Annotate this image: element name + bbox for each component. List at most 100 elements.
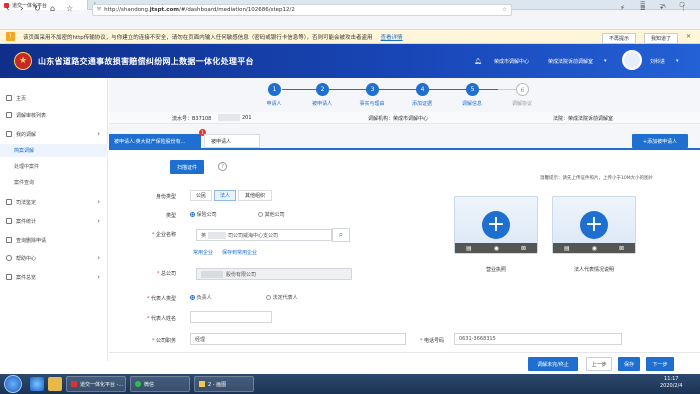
extensions-icon[interactable]: ⚡: [620, 4, 625, 12]
delete-icon[interactable]: ⊠: [619, 245, 624, 252]
sidebar-item-help[interactable]: 帮助中心 ›: [0, 250, 108, 266]
gallery-icon[interactable]: ▤: [466, 245, 472, 252]
sidebar-item-home[interactable]: 主页: [0, 90, 108, 106]
got-it-button[interactable]: 我知道了: [644, 33, 679, 44]
system-clock[interactable]: 11:17 2020/2/4: [660, 376, 682, 390]
star-icon[interactable]: ☆: [502, 7, 507, 13]
step-4[interactable]: 4: [416, 83, 429, 96]
url-domain: jtspt.com: [149, 7, 179, 13]
sidebar-item-overview[interactable]: 案件总览 ›: [0, 269, 108, 285]
identity-option-other-org[interactable]: 其他组织: [238, 190, 272, 201]
header-court[interactable]: 荣成法院诉前调解室: [548, 58, 593, 65]
save-common-company-link[interactable]: 保存到常用企业: [222, 249, 257, 256]
refresh-icon[interactable]: ↻: [34, 4, 41, 13]
security-details-link[interactable]: 查看详情: [381, 33, 403, 41]
position-label: * 公司职务: [151, 338, 176, 344]
phone-input[interactable]: 0631-3668315: [454, 333, 622, 345]
next-step-button[interactable]: 下一步: [646, 357, 674, 371]
upload-legal-rep-caption: 法人代表情况说明: [573, 267, 615, 273]
sidebar-item-delete-requests[interactable]: 查询删除申请: [0, 232, 108, 248]
sidebar-item-label: 调解审核列表: [16, 112, 47, 119]
redacted-block: [208, 231, 227, 239]
undo-icon[interactable]: ↶: [660, 4, 666, 12]
camera-icon[interactable]: ◉: [592, 245, 597, 252]
menu-icon[interactable]: ≡: [640, 4, 646, 12]
camera-icon[interactable]: ◉: [494, 245, 499, 252]
url-prefix: http://shandong.: [104, 7, 150, 13]
step-2[interactable]: 2: [316, 83, 329, 96]
upload-business-license[interactable]: + ▤ ◉ ⊠: [454, 196, 538, 254]
close-bar-icon[interactable]: ✕: [686, 33, 691, 40]
sidebar-item-my-mediation[interactable]: 我的调解 ›: [0, 126, 108, 142]
sidebar-item-label: 案件统计: [16, 218, 37, 225]
identity-option-citizen[interactable]: 公民: [190, 190, 212, 201]
sidebar-item-simple-mediation[interactable]: 简案调解: [0, 144, 108, 157]
prev-step-button[interactable]: 上一步: [586, 357, 612, 371]
step-6[interactable]: 6: [516, 83, 529, 96]
sidebar-item-stats[interactable]: 案件统计 ›: [0, 213, 108, 229]
position-input[interactable]: 经理: [190, 333, 406, 345]
rep-name-input[interactable]: [190, 311, 272, 323]
rep-type-option-legal[interactable]: 法定代表人: [266, 294, 298, 301]
sidebar-item-processing[interactable]: 处理中案件: [0, 160, 108, 173]
chevron-right-icon: ›: [97, 217, 100, 225]
bookmark-star-icon[interactable]: ☆: [66, 4, 73, 13]
dropdown-icon[interactable]: ▾: [604, 58, 607, 64]
clock-date: 2020/2/4: [660, 383, 683, 389]
url-field[interactable]: ⛨ http://shandong. jtspt.com/#/dashboard/…: [92, 4, 512, 16]
taskbar-window-browser[interactable]: 道交一体化平台 -...: [66, 376, 126, 392]
step-3-label: 事实与理由: [359, 101, 385, 107]
identity-option-legal-person[interactable]: 法人: [214, 190, 236, 201]
bell-icon[interactable]: 🔔︎: [474, 58, 482, 65]
scan-id-button[interactable]: 扫描证件: [170, 160, 204, 174]
folder-icon: [6, 131, 12, 137]
start-button[interactable]: [4, 375, 22, 393]
warning-icon: !: [6, 32, 15, 41]
user-menu-icon[interactable]: ▾: [676, 58, 679, 64]
phone-label-text: 电话号码: [423, 338, 444, 344]
sidebar-item-review[interactable]: 调解审核列表: [0, 107, 108, 123]
court-info: 法院：荣成法院诉前调解室: [553, 116, 614, 122]
forward-icon[interactable]: ›: [20, 4, 24, 14]
gallery-icon[interactable]: ▤: [564, 245, 570, 252]
upload-legal-rep-statement[interactable]: + ▤ ◉ ⊠: [552, 196, 636, 254]
position-label-text: 公司职务: [155, 338, 176, 344]
step-3[interactable]: 3: [366, 83, 379, 96]
trash-icon: [6, 237, 12, 243]
step-5[interactable]: 5: [466, 83, 479, 96]
sidebar-item-label: 处理中案件: [14, 164, 40, 170]
header-org[interactable]: 荣成市调解中心: [494, 58, 529, 65]
rep-type-option-head[interactable]: 负责人: [190, 294, 212, 301]
folder-icon[interactable]: [48, 377, 62, 391]
save-button[interactable]: 保存: [618, 357, 640, 371]
home-icon[interactable]: ⌂: [50, 4, 55, 13]
head-office-input[interactable]: 股份有限公司: [196, 268, 352, 280]
tab-respondent-1[interactable]: 被申请人:英大财产保险股份有...: [109, 134, 201, 148]
add-respondent-button[interactable]: +添加被申请人: [632, 134, 688, 148]
company-name-input[interactable]: 英 司公司威海中心支公司: [196, 229, 332, 241]
ie-icon[interactable]: [30, 377, 44, 391]
apps-icon[interactable]: ⋮: [680, 4, 687, 12]
sidebar-item-case-query[interactable]: 案件查询: [0, 176, 108, 189]
sidebar-item-appraisal[interactable]: 司法鉴定 ›: [0, 194, 108, 210]
taskbar-window-paint[interactable]: 2 - 画图: [194, 376, 254, 392]
avatar[interactable]: [622, 50, 642, 70]
taskbar-window-wechat[interactable]: 微信: [130, 376, 190, 392]
no-prompt-button[interactable]: 不再提示: [602, 33, 637, 44]
radio-icon: [258, 212, 263, 217]
header-username[interactable]: 刘科进: [650, 58, 665, 65]
delete-icon[interactable]: ⊠: [521, 245, 526, 252]
step-1[interactable]: 1: [268, 83, 281, 96]
type-option-other[interactable]: 其他公司: [258, 211, 285, 218]
common-company-link[interactable]: 常用企业: [193, 249, 213, 256]
browser-tab[interactable]: 道交一体化平台: [0, 0, 88, 10]
tab-respondent-2[interactable]: 被申请人: [204, 134, 260, 148]
back-icon[interactable]: ‹: [6, 4, 10, 14]
type-option-insurance[interactable]: 保险公司: [190, 211, 217, 218]
rep-type-label-text: 代表人类型: [150, 296, 176, 302]
wechat-icon: [135, 381, 141, 387]
terminate-mediation-button[interactable]: 调解未完/终止: [528, 357, 578, 371]
search-icon[interactable]: ⌕: [332, 228, 350, 242]
sidebar-item-label: 案件总览: [16, 274, 37, 281]
help-icon[interactable]: ?: [218, 162, 227, 171]
